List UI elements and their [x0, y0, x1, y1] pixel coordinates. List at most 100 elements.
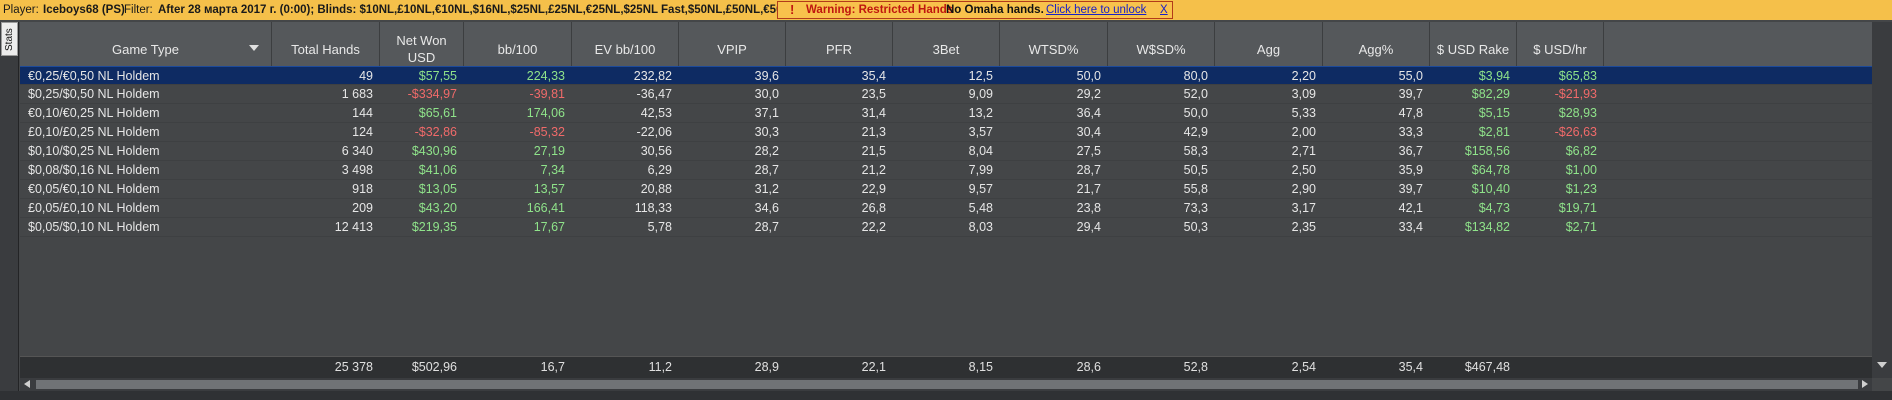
column-header-label: WTSD% [1028, 41, 1079, 57]
cell-three-bet: 8,04 [968, 144, 993, 158]
total-bb-per-100: 16,7 [540, 360, 565, 374]
scroll-down-icon[interactable] [1877, 362, 1887, 368]
cell-agg: 2,90 [1291, 182, 1316, 196]
cell-total-hands: 3 498 [341, 163, 373, 177]
total-usd-rake: $467,48 [1464, 360, 1510, 374]
cell-net-won: $219,35 [411, 220, 457, 234]
cell-wsd: 50,0 [1183, 106, 1208, 120]
scrollbar-thumb[interactable] [36, 380, 1858, 389]
table-row[interactable]: €0,10/€0,25 NL Holdem 144 $65,61 174,06 42,5… [20, 104, 1872, 123]
warning-icon: ! [790, 2, 795, 17]
cell-wtsd: 50,0 [1076, 69, 1101, 83]
cell-pfr: 21,5 [861, 144, 886, 158]
cell-usd-rake: $4,73 [1478, 201, 1510, 215]
cell-pfr: 26,8 [861, 201, 886, 215]
cell-vpip: 28,7 [754, 220, 779, 234]
cell-total-hands: 209 [352, 201, 373, 215]
column-header-label: 3Bet [932, 41, 960, 57]
cell-ev-bb-per-100: 42,53 [640, 106, 672, 120]
stats-tab-label: Stats [4, 28, 15, 51]
cell-wsd: 55,8 [1183, 182, 1208, 196]
cell-agg: 5,33 [1291, 106, 1316, 120]
cell-total-hands: 6 340 [341, 144, 373, 158]
cell-wsd: 52,0 [1183, 87, 1208, 101]
player-name[interactable]: Iceboys68 (PS) [43, 0, 125, 20]
cell-vpip: 28,2 [754, 144, 779, 158]
cell-net-won: $13,05 [418, 182, 457, 196]
cell-agg: 2,50 [1291, 163, 1316, 177]
cell-wtsd: 27,5 [1076, 144, 1101, 158]
column-header-label: W$SD% [1136, 41, 1186, 57]
chevron-down-icon[interactable] [249, 45, 259, 51]
cell-game-type: $0,05/$0,10 NL Holdem [28, 220, 160, 234]
cell-agg-percent: 36,7 [1398, 144, 1423, 158]
stats-tab[interactable]: Stats [1, 22, 18, 56]
cell-three-bet: 9,57 [968, 182, 993, 196]
cell-usd-rake: $64,78 [1471, 163, 1510, 177]
cell-bb-per-100: 27,19 [533, 144, 565, 158]
table-row[interactable]: €0,05/€0,10 NL Holdem 918 $13,05 13,57 20,88… [20, 180, 1872, 199]
column-header-label-wrap: Net Won USD [396, 32, 446, 66]
cell-agg-percent: 35,9 [1398, 163, 1423, 177]
cell-game-type: $0,10/$0,25 NL Holdem [28, 144, 160, 158]
vertical-scrollbar[interactable] [1872, 22, 1892, 378]
table-row[interactable]: $0,05/$0,10 NL Holdem 12 413 $219,35 17,67 5… [20, 218, 1872, 237]
cell-three-bet: 8,03 [968, 220, 993, 234]
total-ev-bb-per-100: 11,2 [648, 360, 672, 374]
column-header-label: EV bb/100 [594, 41, 656, 57]
cell-wtsd: 21,7 [1076, 182, 1101, 196]
cell-agg-percent: 39,7 [1398, 182, 1423, 196]
cell-vpip: 39,6 [754, 69, 779, 83]
cell-usd-rake: $134,82 [1464, 220, 1510, 234]
column-header-label: bb/100 [497, 41, 538, 57]
cell-bb-per-100: -39,81 [529, 87, 565, 101]
scroll-left-icon[interactable] [24, 380, 30, 388]
cell-agg: 2,35 [1291, 220, 1316, 234]
cell-game-type: £0,05/£0,10 NL Holdem [28, 201, 160, 215]
column-header-label: Agg% [1358, 41, 1394, 57]
cell-bb-per-100: 224,33 [526, 69, 565, 83]
unlock-link[interactable]: Click here to unlock [1046, 2, 1146, 18]
horizontal-scrollbar[interactable] [20, 378, 1872, 391]
close-warning-button[interactable]: X [1160, 2, 1168, 18]
total-three-bet: 8,15 [968, 360, 993, 374]
cell-usd-per-hr: $19,71 [1558, 201, 1597, 215]
cell-wtsd: 30,4 [1076, 125, 1101, 139]
cell-bb-per-100: 13,57 [533, 182, 565, 196]
table-row[interactable]: $0,10/$0,25 NL Holdem 6 340 $430,96 27,19 30… [20, 142, 1872, 161]
stats-table: Game Type Total Hands Net Won USD bb/100 EV b… [20, 22, 1872, 378]
cell-wtsd: 36,4 [1076, 106, 1101, 120]
cell-wsd: 58,3 [1183, 144, 1208, 158]
table-row[interactable]: €0,25/€0,50 NL Holdem 49 $57,55 224,33 232,8… [20, 66, 1872, 85]
scroll-right-icon[interactable] [1862, 380, 1868, 388]
cell-bb-per-100: 166,41 [526, 201, 565, 215]
column-header-label: $ USD Rake [1436, 41, 1510, 57]
total-wtsd: 28,6 [1076, 360, 1101, 374]
cell-wtsd: 29,4 [1076, 220, 1101, 234]
warning-text: Warning: Restricted Hands [806, 4, 954, 16]
totals-row: 25 378 $502,96 16,7 11,2 28,9 22,1 8,15 28,6 52,… [20, 356, 1872, 378]
cell-ev-bb-per-100: 30,56 [640, 144, 672, 158]
cell-wsd: 73,3 [1183, 201, 1208, 215]
cell-three-bet: 7,99 [968, 163, 993, 177]
column-header-label: PFR [826, 41, 852, 57]
cell-game-type: €0,05/€0,10 NL Holdem [28, 182, 160, 196]
cell-pfr: 22,9 [861, 182, 886, 196]
table-row[interactable]: £0,05/£0,10 NL Holdem 209 $43,20 166,41 118,… [20, 199, 1872, 218]
cell-usd-rake: $2,81 [1478, 125, 1510, 139]
table-row[interactable]: $0,25/$0,50 NL Holdem 1 683 -$334,97 -39,81… [20, 85, 1872, 104]
total-net-won: $502,96 [411, 360, 457, 374]
cell-usd-per-hr: $28,93 [1558, 106, 1597, 120]
filter-value[interactable]: After 28 марта 2017 г. (0:00); Blinds: $… [158, 0, 798, 20]
table-row[interactable]: $0,08/$0,16 NL Holdem 3 498 $41,06 7,34 6,29… [20, 161, 1872, 180]
side-tab-bar: Stats [0, 22, 19, 400]
table-row[interactable]: £0,10/£0,25 NL Holdem 124 -$32,86 -85,32 -22… [20, 123, 1872, 142]
cell-agg-percent: 42,1 [1398, 201, 1423, 215]
cell-game-type: €0,10/€0,25 NL Holdem [28, 106, 160, 120]
total-wsd: 52,8 [1183, 360, 1208, 374]
cell-three-bet: 5,48 [968, 201, 993, 215]
cell-net-won: -$334,97 [407, 87, 457, 101]
total-agg-percent: 35,4 [1398, 360, 1423, 374]
cell-net-won: -$32,86 [414, 125, 457, 139]
cell-game-type: $0,25/$0,50 NL Holdem [28, 87, 160, 101]
